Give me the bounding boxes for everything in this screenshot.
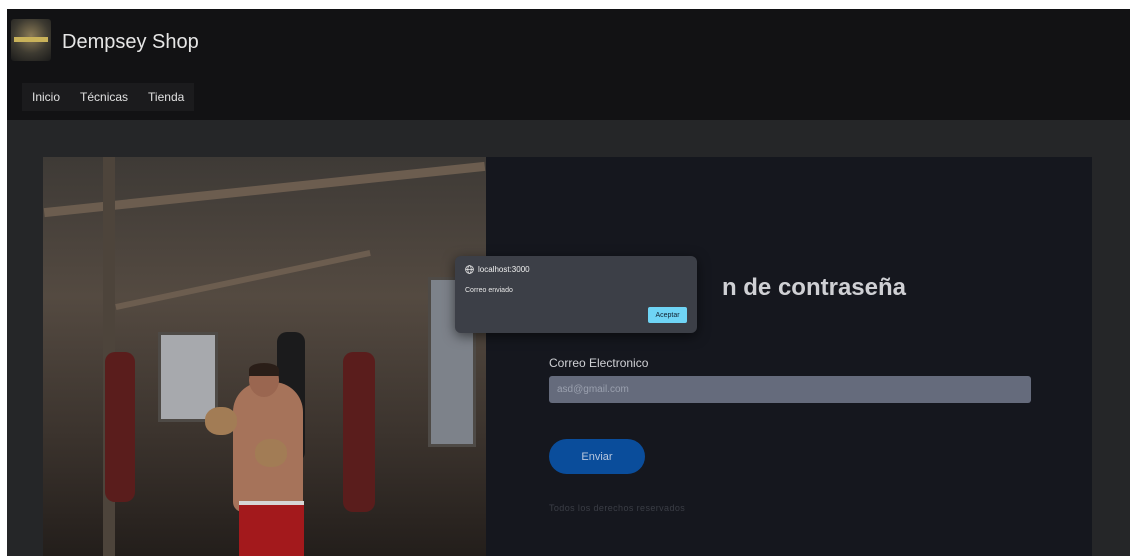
shop-title[interactable]: Dempsey Shop bbox=[62, 31, 199, 54]
gym-window bbox=[158, 332, 218, 422]
rig-bar bbox=[115, 250, 371, 310]
globe-icon bbox=[465, 265, 474, 274]
copyright-text: Todos los derechos reservados bbox=[549, 503, 686, 513]
punching-bag bbox=[105, 352, 135, 502]
boxer-hair bbox=[249, 363, 279, 376]
boxing-glove-logo[interactable] bbox=[11, 19, 51, 61]
send-button[interactable]: Enviar bbox=[549, 439, 645, 474]
dialog-origin-text: localhost:3000 bbox=[478, 265, 530, 274]
email-input[interactable] bbox=[549, 376, 1031, 403]
browser-viewport: Dempsey Shop Inicio Técnicas Tienda n de… bbox=[7, 9, 1130, 556]
email-label: Correo Electronico bbox=[549, 356, 649, 370]
dialog-origin: localhost:3000 bbox=[465, 265, 530, 274]
password-recovery-panel: n de contraseña o Correo Electronico Env… bbox=[486, 157, 1092, 556]
site-header: Dempsey Shop Inicio Técnicas Tienda bbox=[7, 9, 1130, 120]
boxer-shorts bbox=[239, 505, 304, 556]
boxing-glove-right bbox=[255, 439, 287, 467]
nav-item-tecnicas[interactable]: Técnicas bbox=[70, 83, 139, 111]
dialog-message: Correo enviado bbox=[465, 287, 513, 294]
nav-item-tienda[interactable]: Tienda bbox=[138, 83, 195, 111]
alert-dialog: localhost:3000 Correo enviado Aceptar bbox=[455, 256, 697, 333]
punching-bag bbox=[343, 352, 375, 512]
boxing-glove-left bbox=[205, 407, 237, 435]
accept-button[interactable]: Aceptar bbox=[648, 307, 687, 323]
logo-band bbox=[14, 37, 48, 42]
nav-item-inicio[interactable]: Inicio bbox=[22, 83, 71, 111]
boxer-gym-photo bbox=[43, 157, 486, 556]
main-nav: Inicio Técnicas Tienda bbox=[22, 83, 195, 111]
